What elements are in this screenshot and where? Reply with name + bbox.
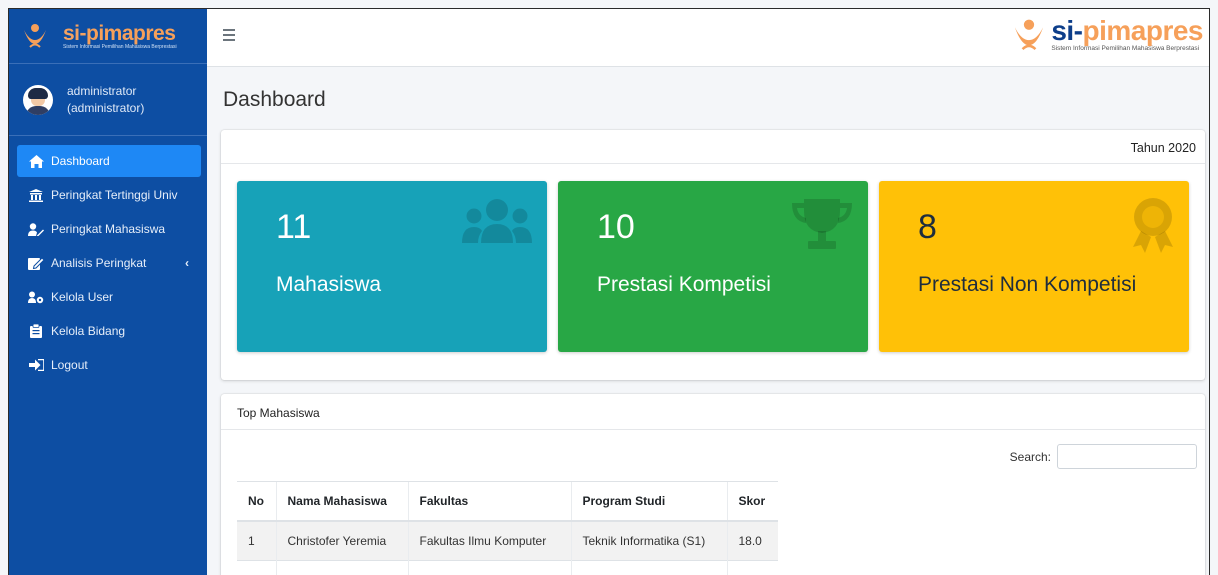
- topbar: si-pimapres Sistem Informasi Pemilihan M…: [207, 9, 1209, 67]
- logo-icon: [24, 24, 46, 48]
- users-icon: [462, 199, 532, 243]
- user-role: (administrator): [67, 100, 145, 115]
- table-header-row: No Nama Mahasiswa Fakultas Program Studi…: [237, 481, 778, 522]
- brand-subtitle: Sistem Informasi Pemilihan Mahasiswa Ber…: [63, 43, 177, 50]
- page-title: Dashboard: [223, 88, 326, 111]
- search-input[interactable]: [1057, 444, 1197, 469]
- sidebar-item-kelola-user[interactable]: Kelola User: [17, 281, 201, 313]
- column-header-fakultas[interactable]: Fakultas: [407, 481, 571, 522]
- sidebar: si-pimapres Sistem Informasi Pemilihan M…: [9, 9, 207, 575]
- cell-no: 1: [237, 520, 276, 561]
- sidebar-item-peringkat-univ[interactable]: Peringkat Tertinggi Univ: [17, 179, 201, 211]
- table-row[interactable]: 1 Christofer Yeremia Fakultas Ilmu Kompu…: [237, 520, 778, 561]
- sidebar-item-logout[interactable]: Logout: [17, 349, 201, 381]
- stats-card-header: Tahun 2020: [221, 130, 1205, 164]
- stat-box-prestasi-kompetisi[interactable]: 10 Prestasi Kompetisi: [558, 181, 868, 352]
- table-card-title: Top Mahasiswa: [221, 394, 1205, 430]
- cell-skor: 18.0: [726, 520, 778, 561]
- sidebar-item-label: Logout: [51, 358, 88, 372]
- column-header-skor[interactable]: Skor: [726, 481, 778, 522]
- stat-value: 11: [276, 208, 312, 246]
- stats-card: Tahun 2020 11 Mahasiswa 10 Prestasi Komp…: [221, 130, 1205, 380]
- sidebar-item-label: Peringkat Mahasiswa: [51, 222, 166, 236]
- logo-icon: [1015, 19, 1044, 51]
- user-name: administrator: [67, 83, 137, 98]
- sidebar-item-peringkat-mahasiswa[interactable]: Peringkat Mahasiswa: [17, 213, 201, 245]
- top-mahasiswa-table: No Nama Mahasiswa Fakultas Program Studi…: [237, 481, 778, 575]
- user-panel[interactable]: administrator (administrator): [9, 64, 207, 136]
- trophy-icon: [792, 199, 852, 249]
- sidebar-item-label: Dashboard: [51, 154, 110, 168]
- search-label: Search:: [1009, 449, 1051, 464]
- header-logo: si-pimapres Sistem Informasi Pemilihan M…: [1011, 17, 1203, 53]
- sidebar-nav: Dashboard Peringkat Tertinggi Univ Perin…: [9, 136, 207, 381]
- avatar: [23, 84, 53, 115]
- user-edit-icon: [28, 222, 44, 236]
- cell-prodi: Teknik Informatika (S1): [570, 520, 727, 561]
- stat-label: Mahasiswa: [276, 273, 382, 296]
- year-label: Tahun 2020: [1130, 141, 1196, 155]
- stat-box-mahasiswa[interactable]: 11 Mahasiswa: [237, 181, 547, 352]
- sidebar-item-label: Kelola User: [51, 290, 114, 304]
- column-header-prodi[interactable]: Program Studi: [570, 481, 727, 522]
- column-header-no[interactable]: No: [237, 481, 276, 522]
- home-icon: [28, 154, 44, 168]
- sidebar-item-dashboard[interactable]: Dashboard: [17, 145, 201, 177]
- chevron-left-icon[interactable]: ‹: [185, 256, 189, 270]
- stat-box-prestasi-non-kompetisi[interactable]: 8 Prestasi Non Kompetisi: [879, 181, 1189, 352]
- table-search: Search:: [1010, 444, 1197, 469]
- cell-fakultas: Fakultas Ilmu Komputer: [407, 520, 571, 561]
- award-icon: [1133, 198, 1173, 253]
- top-mahasiswa-card: Top Mahasiswa Search: No Nama Mahasiswa …: [221, 394, 1205, 575]
- clipboard-icon: [28, 324, 44, 338]
- sidebar-item-kelola-bidang[interactable]: Kelola Bidang: [17, 315, 201, 347]
- brand-subtitle: Sistem Informasi Pemilihan Mahasiswa Ber…: [1051, 45, 1200, 53]
- sidebar-item-label: Analisis Peringkat: [51, 256, 147, 270]
- sign-out-icon: [28, 358, 44, 372]
- app-window: si-pimapres Sistem Informasi Pemilihan M…: [8, 8, 1210, 575]
- cell-nama: Christofer Yeremia: [275, 520, 408, 561]
- sidebar-item-label: Kelola Bidang: [51, 324, 126, 338]
- sidebar-item-label: Peringkat Tertinggi Univ: [51, 188, 178, 202]
- brand-logo[interactable]: si-pimapres Sistem Informasi Pemilihan M…: [9, 9, 207, 64]
- stat-value: 10: [597, 208, 635, 246]
- stat-label: Prestasi Non Kompetisi: [918, 273, 1137, 296]
- menu-toggle-icon[interactable]: [223, 29, 235, 41]
- users-cog-icon: [28, 290, 44, 304]
- brand-name: si-pimapres: [63, 21, 176, 45]
- column-header-nama[interactable]: Nama Mahasiswa: [275, 481, 408, 522]
- stat-value: 8: [918, 208, 937, 246]
- stat-label: Prestasi Kompetisi: [597, 273, 771, 296]
- brand-name: si-pimapres: [1051, 15, 1203, 47]
- university-icon: [28, 188, 44, 202]
- chart-edit-icon: [28, 256, 44, 270]
- table-row[interactable]: [237, 560, 778, 575]
- sidebar-item-analisis-peringkat[interactable]: Analisis Peringkat ‹: [17, 247, 201, 279]
